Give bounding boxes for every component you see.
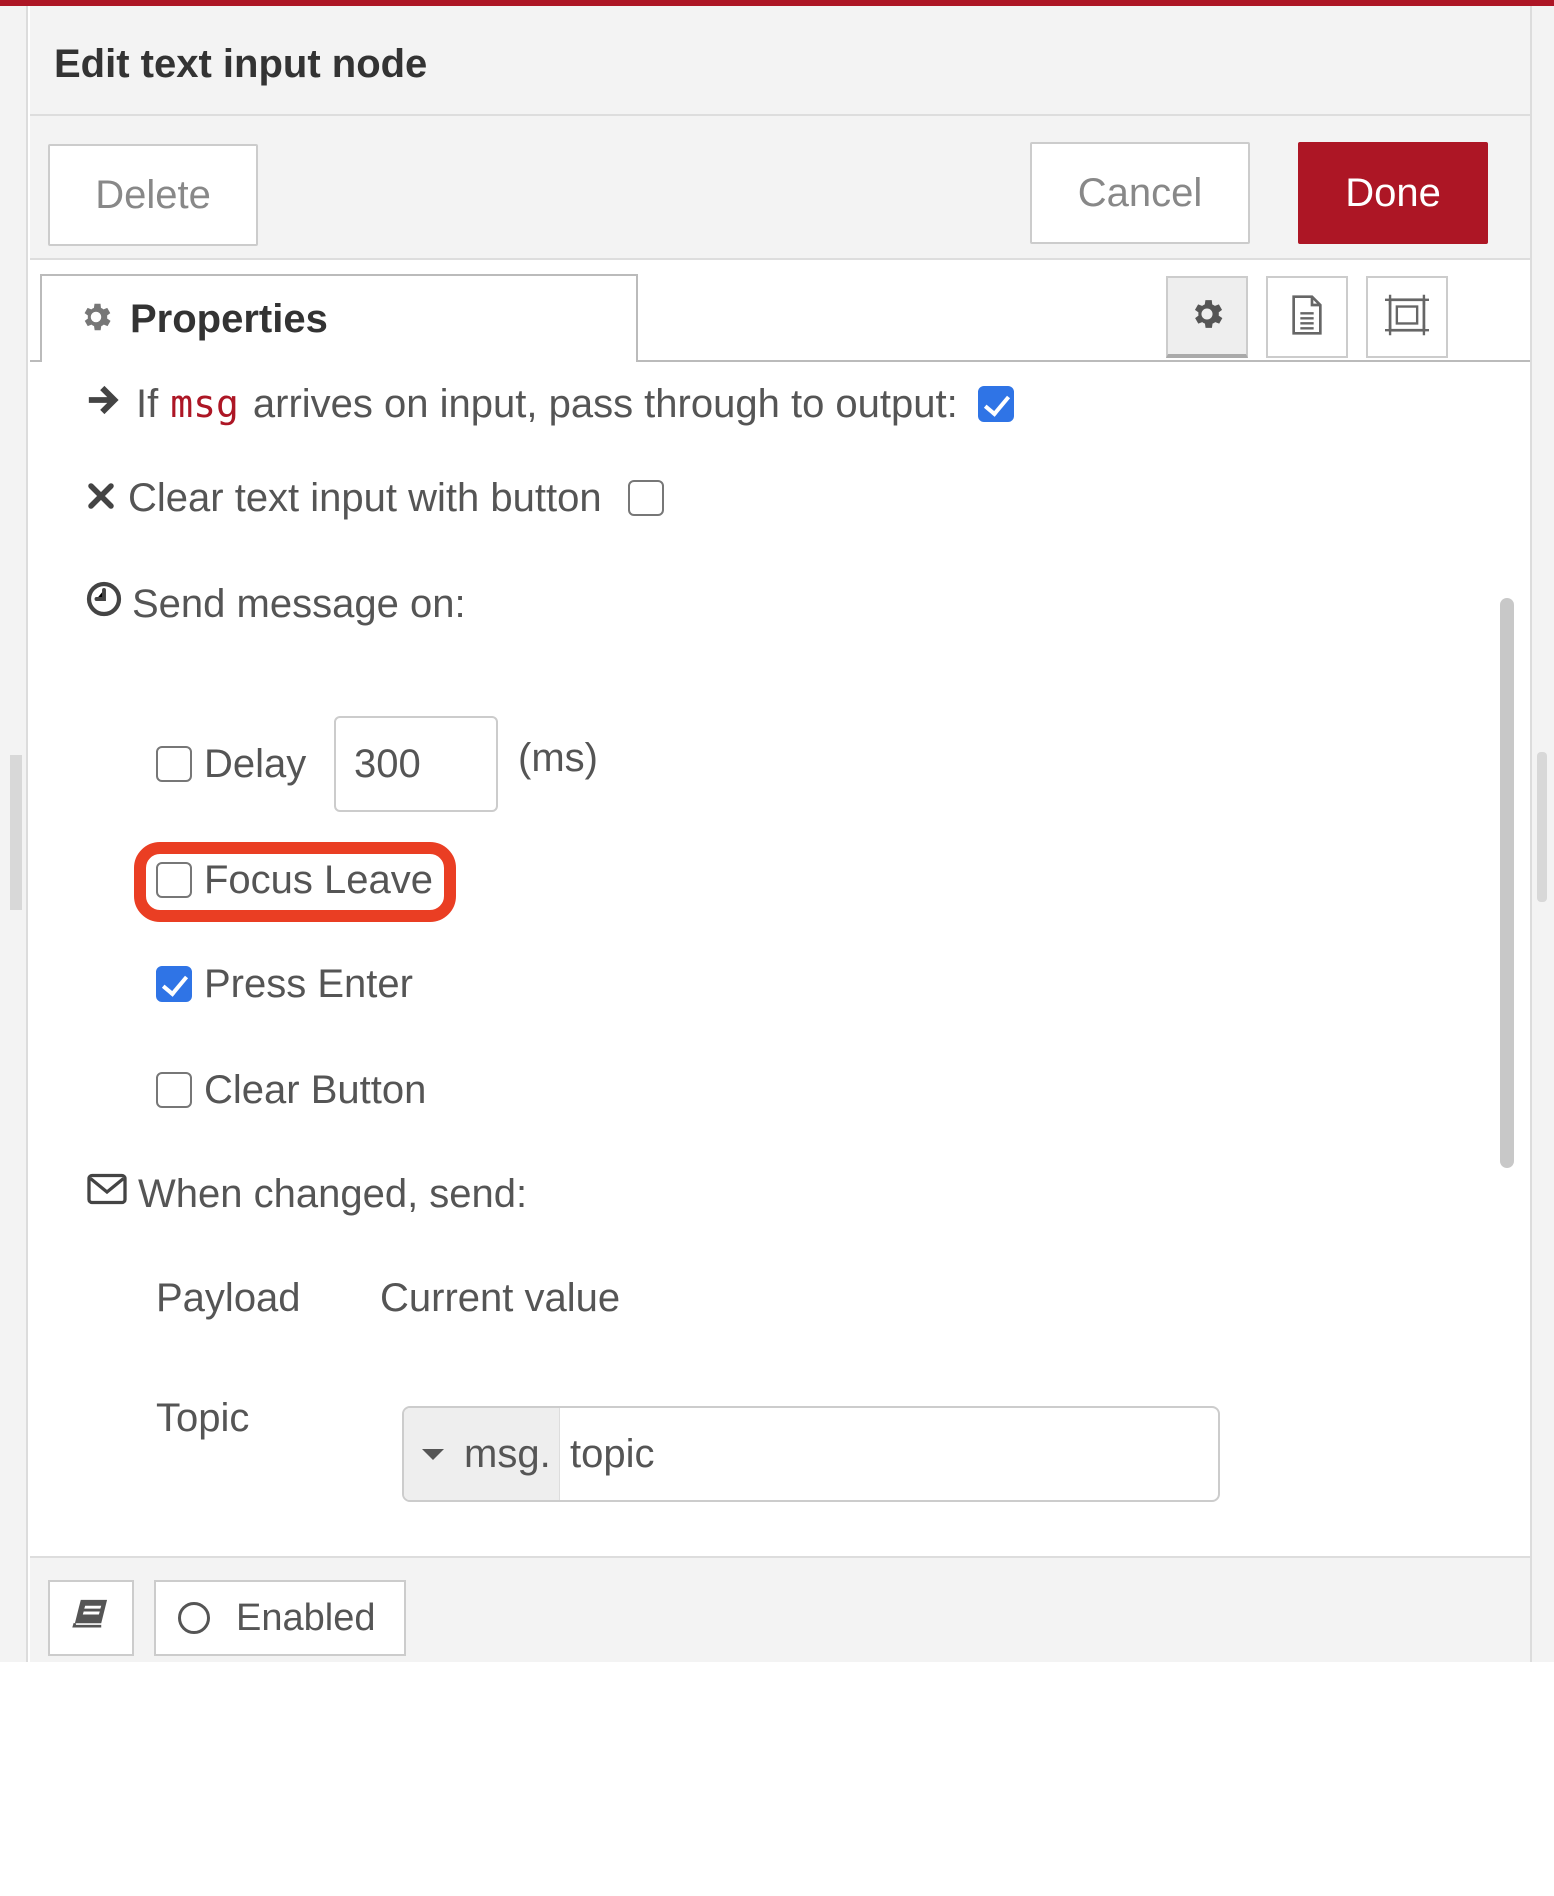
highlight-annotation xyxy=(134,842,456,922)
enabled-toggle[interactable]: Enabled xyxy=(154,1580,406,1656)
when-changed-label: When changed, send: xyxy=(138,1171,528,1216)
clear-button-checkbox[interactable] xyxy=(156,1072,192,1108)
clear-button-row: Clear Button xyxy=(156,1054,426,1126)
pass-through-checkbox[interactable] xyxy=(977,386,1014,422)
msg-code: msg xyxy=(170,382,239,426)
tab-description[interactable] xyxy=(1266,276,1348,358)
payload-value: Current value xyxy=(380,1275,621,1320)
pass-through-label: arrives on input, pass through to output… xyxy=(252,381,958,426)
topic-input[interactable]: topic xyxy=(570,1408,655,1500)
send-message-on-row: Send message on: xyxy=(86,568,466,640)
edit-node-dialog: Edit text input node Delete Cancel Done … xyxy=(30,6,1530,1896)
enabled-label: Enabled xyxy=(236,1596,376,1639)
tab-properties[interactable]: Properties xyxy=(40,274,638,362)
caret-down-icon xyxy=(422,1448,444,1460)
tab-appearance[interactable] xyxy=(1366,276,1448,358)
topic-type-selector[interactable]: msg. xyxy=(404,1408,560,1500)
pass-through-row: If msg arrives on input, pass through to… xyxy=(86,368,1014,440)
dialog-footer: Enabled xyxy=(30,1556,1530,1662)
delay-input[interactable] xyxy=(334,716,498,812)
cancel-button[interactable]: Cancel xyxy=(1030,142,1250,244)
press-enter-row: Press Enter xyxy=(156,948,413,1020)
envelope-icon xyxy=(86,1171,128,1217)
topic-type-label: msg. xyxy=(464,1431,551,1476)
gear-icon xyxy=(1188,295,1226,338)
dialog-title: Edit text input node xyxy=(54,42,428,86)
circle-icon xyxy=(178,1602,210,1634)
frame-icon xyxy=(1383,293,1431,342)
press-enter-checkbox[interactable] xyxy=(156,966,192,1002)
gear-icon xyxy=(78,299,114,340)
send-message-on-label: Send message on: xyxy=(132,581,466,626)
tab-settings[interactable] xyxy=(1166,276,1248,358)
book-icon xyxy=(72,1596,110,1640)
delay-checkbox[interactable] xyxy=(156,746,192,782)
clear-with-button-label: Clear text input with button xyxy=(128,475,602,520)
close-icon xyxy=(86,476,116,521)
delay-unit: (ms) xyxy=(518,735,598,780)
topic-typed-input[interactable]: msg. topic xyxy=(402,1406,1220,1502)
dialog-title-bar: Edit text input node xyxy=(30,6,1530,116)
press-enter-label: Press Enter xyxy=(204,961,413,1006)
delay-row: Delay xyxy=(156,728,306,800)
dialog-toolbar: Delete Cancel Done xyxy=(30,116,1530,260)
clock-icon xyxy=(86,581,122,627)
topic-label: Topic xyxy=(156,1395,250,1440)
document-icon xyxy=(1287,293,1327,342)
node-help-button[interactable] xyxy=(48,1580,134,1656)
done-button[interactable]: Done xyxy=(1298,142,1488,244)
delete-button[interactable]: Delete xyxy=(48,144,258,246)
delay-label: Delay xyxy=(204,741,307,786)
when-changed-row: When changed, send: xyxy=(86,1158,527,1230)
tab-properties-label: Properties xyxy=(130,296,328,341)
pass-through-prefix: If xyxy=(136,381,159,426)
payload-label: Payload xyxy=(156,1275,301,1320)
clear-with-button-row: Clear text input with button xyxy=(86,462,664,534)
left-gutter-handle[interactable] xyxy=(10,755,22,910)
clear-button-label: Clear Button xyxy=(204,1067,427,1112)
scrollbar-thumb[interactable] xyxy=(1500,598,1514,1168)
right-gutter-handle[interactable] xyxy=(1537,752,1547,902)
properties-form: If msg arrives on input, pass through to… xyxy=(30,362,1530,1896)
arrow-right-icon xyxy=(86,382,120,427)
clear-with-button-checkbox[interactable] xyxy=(627,480,664,516)
